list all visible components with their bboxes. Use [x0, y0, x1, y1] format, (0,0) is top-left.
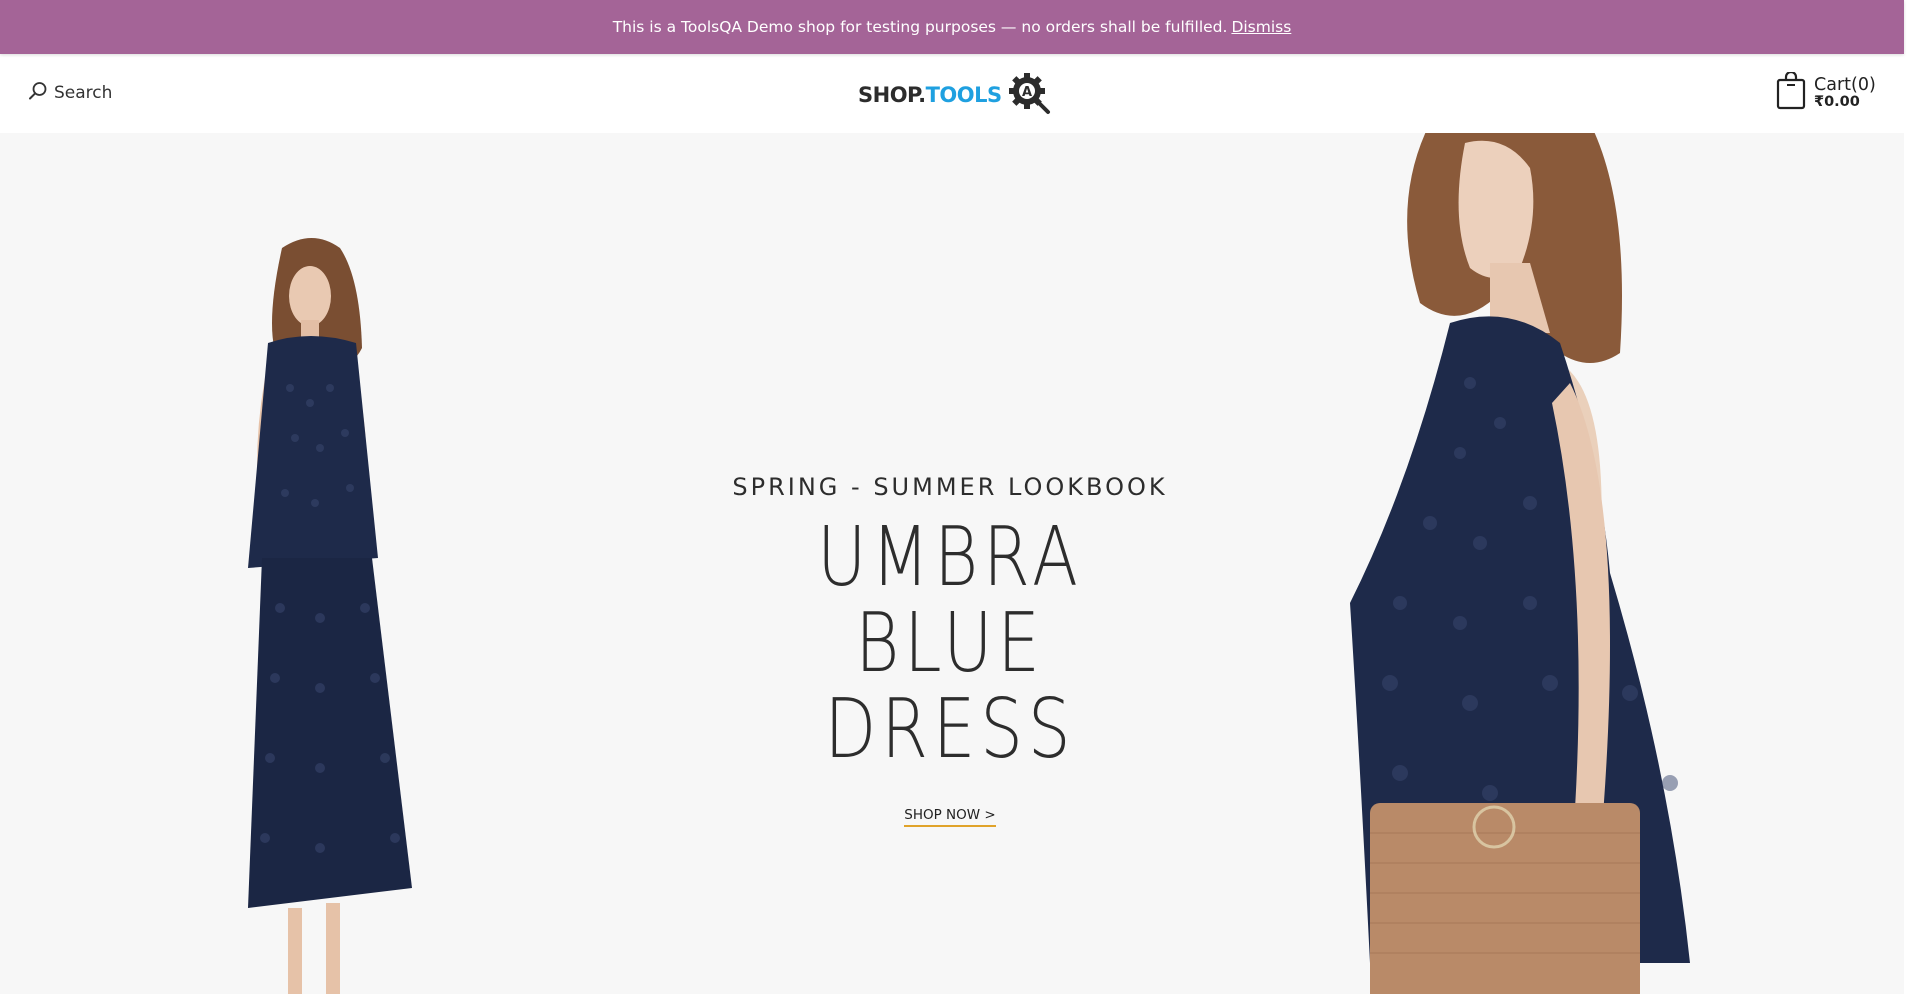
site-header: Search SHOP. TOOLS A Cart(0) ₹0.00: [0, 54, 1904, 133]
shopping-bag-icon: [1776, 70, 1806, 115]
shop-now-button[interactable]: SHOP NOW >: [904, 807, 996, 827]
search-label: Search: [54, 83, 113, 103]
cart-label: Cart(0): [1814, 75, 1876, 96]
gear-magnifier-icon: A: [1006, 70, 1052, 121]
hero-headline-line2: DRESS: [824, 682, 1076, 777]
svg-text:A: A: [1022, 85, 1032, 100]
demo-notice-bar: This is a ToolsQA Demo shop for testing …: [0, 0, 1904, 54]
search-toggle[interactable]: Search: [28, 78, 112, 108]
cart-total: ₹0.00: [1814, 93, 1860, 110]
cart-summary: Cart(0) ₹0.00: [1814, 76, 1876, 110]
model-image-right: [1350, 133, 1690, 994]
logo-text-shop: SHOP.: [858, 83, 926, 107]
model-image-left: [248, 238, 412, 994]
cart-link[interactable]: Cart(0) ₹0.00: [1776, 70, 1876, 116]
dismiss-link[interactable]: Dismiss: [1231, 18, 1291, 36]
site-logo[interactable]: SHOP. TOOLS A: [858, 72, 1050, 118]
page-scrollbar[interactable]: [1904, 0, 1920, 994]
demo-notice-text: This is a ToolsQA Demo shop for testing …: [612, 18, 1228, 36]
search-icon: [28, 81, 48, 106]
hero-banner: SPRING - SUMMER LOOKBOOK UMBRA BLUE DRES…: [0, 133, 1920, 994]
hero-headline-line1: UMBRA BLUE: [817, 510, 1083, 691]
logo-text-tools: TOOLS: [925, 83, 1003, 107]
hero-eyebrow: SPRING - SUMMER LOOKBOOK: [732, 473, 1168, 501]
hero-text-block: SPRING - SUMMER LOOKBOOK UMBRA BLUE DRES…: [660, 473, 1240, 827]
